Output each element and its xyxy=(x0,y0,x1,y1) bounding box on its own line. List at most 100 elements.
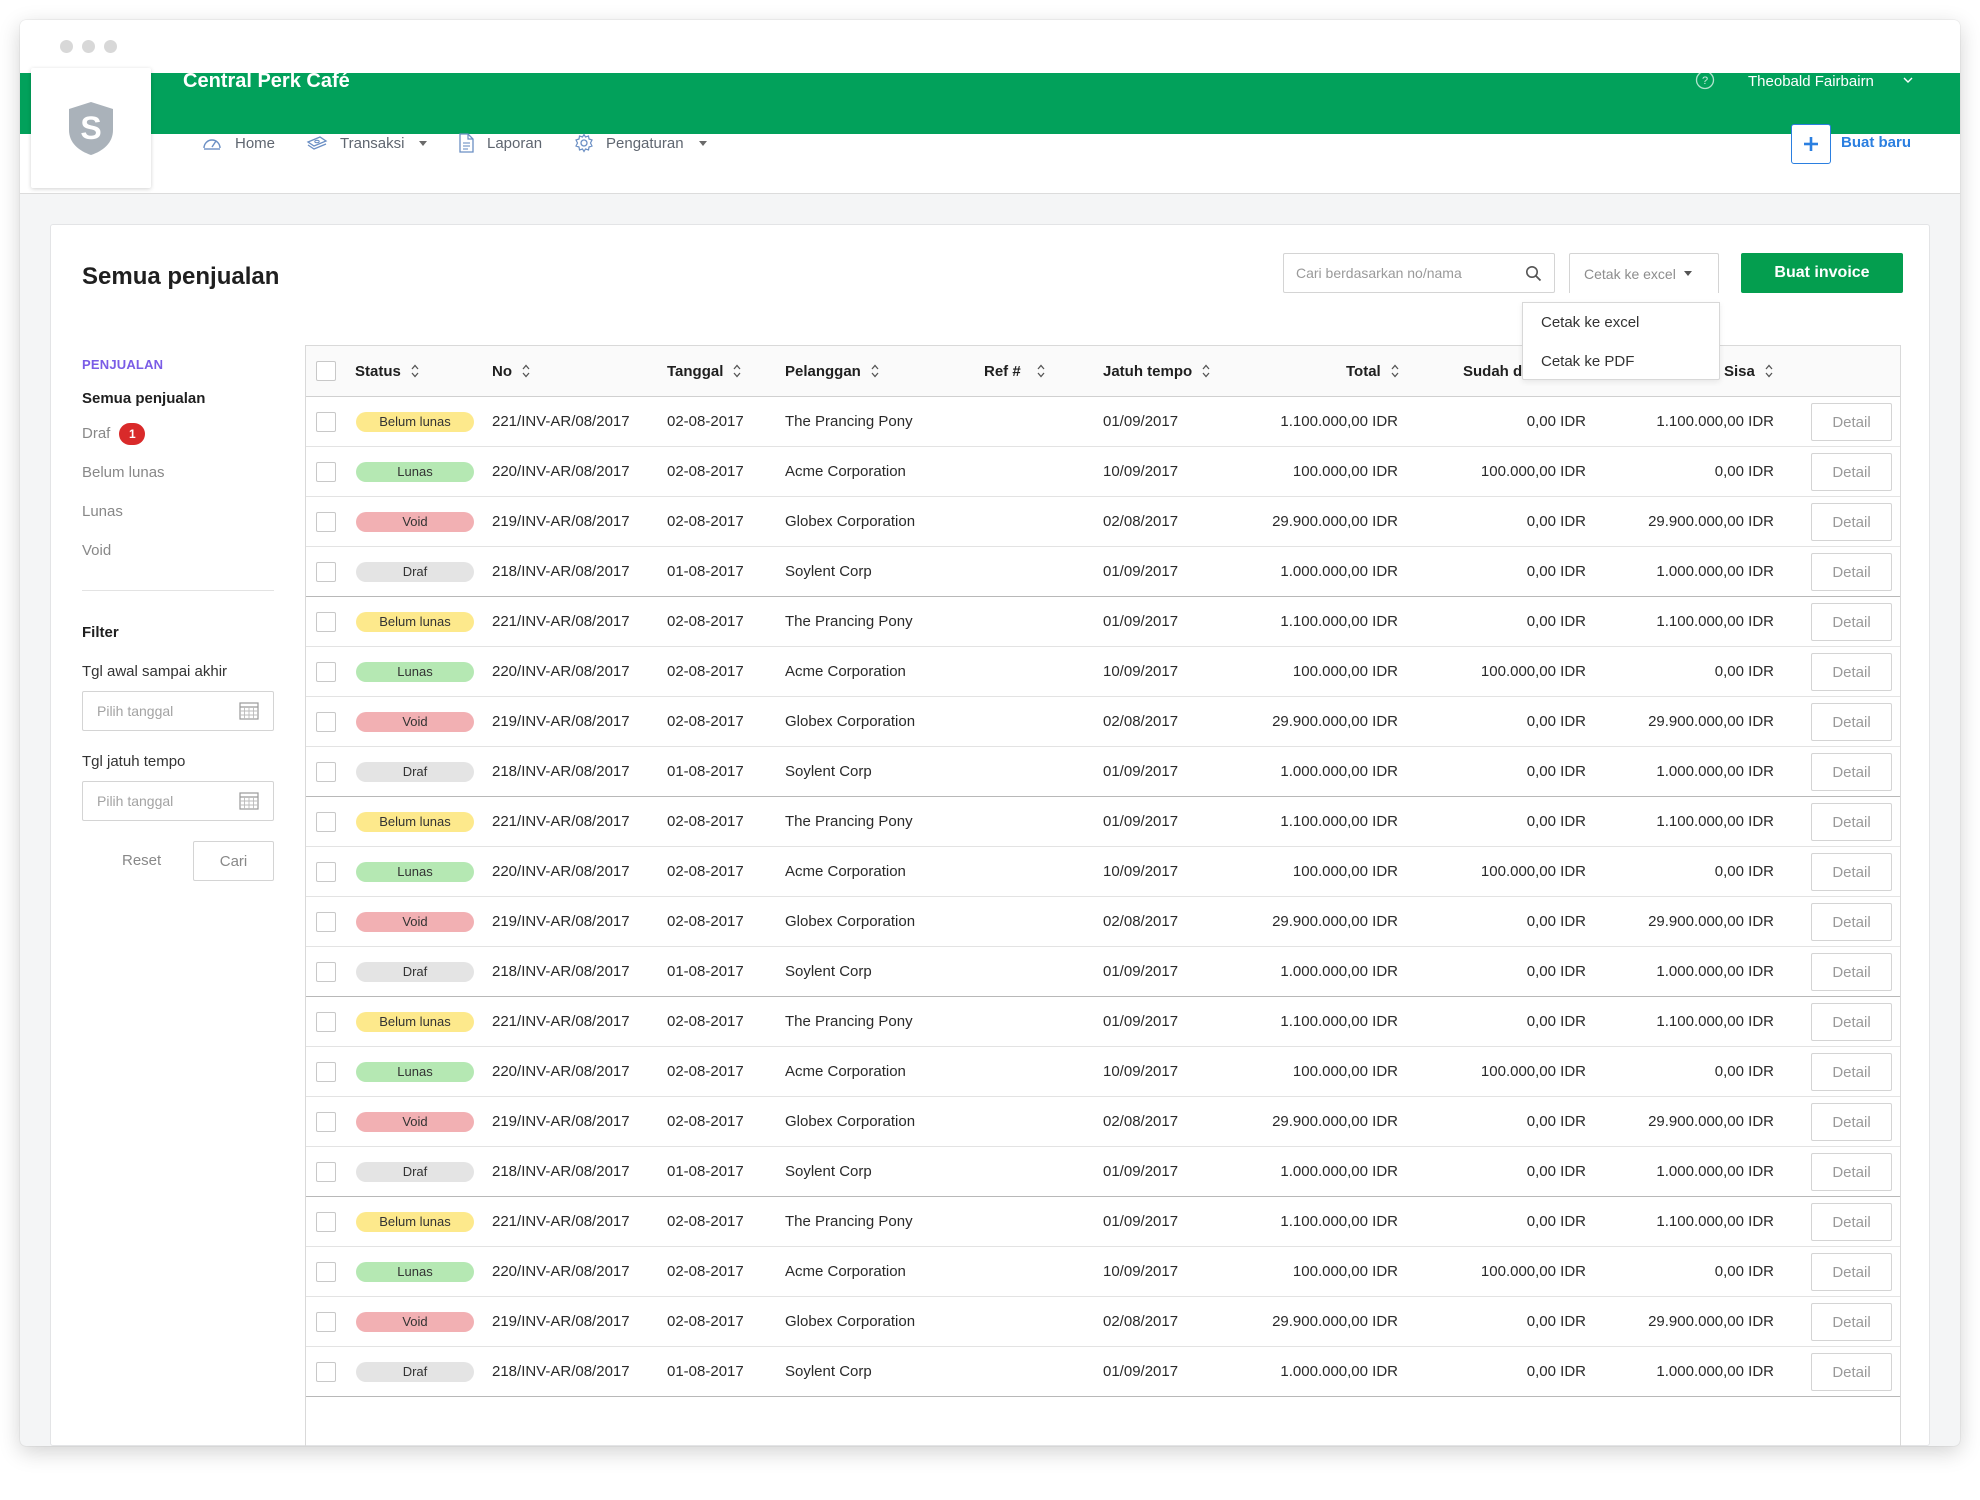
detail-button[interactable]: Detail xyxy=(1811,703,1892,741)
table-row[interactable]: Draf 218/INV-AR/08/2017 01-08-2017 Soylent … xyxy=(306,1347,1900,1397)
row-checkbox[interactable] xyxy=(316,562,336,582)
table-row[interactable]: Void 219/INV-AR/08/2017 02-08-2017 Globex C… xyxy=(306,1297,1900,1347)
row-checkbox[interactable] xyxy=(316,512,336,532)
nav-home[interactable]: Home xyxy=(201,133,275,153)
user-menu-name[interactable]: Theobald Fairbairn xyxy=(1748,73,1874,90)
chevron-down-icon[interactable] xyxy=(1902,74,1914,86)
row-checkbox[interactable] xyxy=(316,1012,336,1032)
due-date-input[interactable] xyxy=(83,782,233,820)
detail-button[interactable]: Detail xyxy=(1811,1103,1892,1141)
column-header-pelanggan[interactable]: Pelanggan xyxy=(785,346,879,396)
sidebar-item-void[interactable]: Void xyxy=(82,542,111,559)
sidebar-item-unpaid[interactable]: Belum lunas xyxy=(82,464,165,481)
row-checkbox[interactable] xyxy=(316,762,336,782)
filter-reset-link[interactable]: Reset xyxy=(122,852,161,869)
detail-button[interactable]: Detail xyxy=(1811,753,1892,791)
row-checkbox[interactable] xyxy=(316,412,336,432)
table-row[interactable]: Void 219/INV-AR/08/2017 02-08-2017 Globex C… xyxy=(306,1097,1900,1147)
row-checkbox[interactable] xyxy=(316,1162,336,1182)
create-new-link[interactable]: Buat baru xyxy=(1841,134,1911,151)
help-icon[interactable]: ? xyxy=(1695,70,1715,90)
create-invoice-button[interactable]: Buat invoice xyxy=(1741,253,1903,293)
column-header-ref[interactable]: Ref # xyxy=(984,346,1045,396)
window-dot-minimize[interactable] xyxy=(82,40,95,53)
row-checkbox[interactable] xyxy=(316,662,336,682)
detail-button[interactable]: Detail xyxy=(1811,853,1892,891)
search-icon[interactable] xyxy=(1525,265,1542,282)
search-input[interactable] xyxy=(1284,254,1512,292)
detail-button[interactable]: Detail xyxy=(1811,1253,1892,1291)
table-row[interactable]: Lunas 220/INV-AR/08/2017 02-08-2017 Acme Co… xyxy=(306,1247,1900,1297)
row-checkbox[interactable] xyxy=(316,812,336,832)
nav-transaksi[interactable]: Transaksi xyxy=(306,133,428,153)
column-header-sisa[interactable]: Sisa xyxy=(1724,346,1773,396)
detail-button[interactable]: Detail xyxy=(1811,953,1892,991)
table-row[interactable]: Belum lunas 221/INV-AR/08/2017 02-08-2017 T… xyxy=(306,797,1900,847)
column-header-status[interactable]: Status xyxy=(355,346,419,396)
row-checkbox[interactable] xyxy=(316,962,336,982)
row-checkbox[interactable] xyxy=(316,1062,336,1082)
detail-button[interactable]: Detail xyxy=(1811,1303,1892,1341)
select-all-checkbox[interactable] xyxy=(316,361,336,381)
table-row[interactable]: Belum lunas 221/INV-AR/08/2017 02-08-2017 T… xyxy=(306,1197,1900,1247)
table-row[interactable]: Lunas 220/INV-AR/08/2017 02-08-2017 Acme Co… xyxy=(306,1047,1900,1097)
detail-button[interactable]: Detail xyxy=(1811,1203,1892,1241)
row-checkbox[interactable] xyxy=(316,612,336,632)
column-header-no[interactable]: No xyxy=(492,346,530,396)
filter-search-button[interactable]: Cari xyxy=(193,841,274,881)
detail-button[interactable]: Detail xyxy=(1811,1153,1892,1191)
row-checkbox[interactable] xyxy=(316,862,336,882)
row-checkbox[interactable] xyxy=(316,1112,336,1132)
row-checkbox[interactable] xyxy=(316,912,336,932)
row-checkbox[interactable] xyxy=(316,712,336,732)
row-checkbox[interactable] xyxy=(316,462,336,482)
column-header-total[interactable]: Total xyxy=(1346,346,1399,396)
table-row[interactable]: Void 219/INV-AR/08/2017 02-08-2017 Globex C… xyxy=(306,497,1900,547)
sidebar-item-paid[interactable]: Lunas xyxy=(82,503,123,520)
column-header-sudah-dibayar[interactable]: Sudah d xyxy=(1463,346,1522,396)
detail-button[interactable]: Detail xyxy=(1811,1353,1892,1391)
detail-button[interactable]: Detail xyxy=(1811,453,1892,491)
date-range-input[interactable] xyxy=(83,692,233,730)
detail-button[interactable]: Detail xyxy=(1811,803,1892,841)
nav-laporan[interactable]: Laporan xyxy=(457,133,542,153)
table-row[interactable]: Draf 218/INV-AR/08/2017 01-08-2017 Soylent … xyxy=(306,1147,1900,1197)
create-new-button[interactable] xyxy=(1791,124,1831,164)
table-row[interactable]: Belum lunas 221/INV-AR/08/2017 02-08-2017 T… xyxy=(306,597,1900,647)
table-row[interactable]: Void 219/INV-AR/08/2017 02-08-2017 Globex C… xyxy=(306,897,1900,947)
table-row[interactable]: Draf 218/INV-AR/08/2017 01-08-2017 Soylent … xyxy=(306,547,1900,597)
window-dot-close[interactable] xyxy=(60,40,73,53)
export-option-excel[interactable]: Cetak ke excel xyxy=(1523,303,1719,342)
detail-button[interactable]: Detail xyxy=(1811,1003,1892,1041)
table-row[interactable]: Lunas 220/INV-AR/08/2017 02-08-2017 Acme Co… xyxy=(306,847,1900,897)
table-row[interactable]: Draf 218/INV-AR/08/2017 01-08-2017 Soylent … xyxy=(306,947,1900,997)
table-row[interactable]: Lunas 220/INV-AR/08/2017 02-08-2017 Acme Co… xyxy=(306,447,1900,497)
sidebar-item-all-sales[interactable]: Semua penjualan xyxy=(82,390,205,407)
window-dot-maximize[interactable] xyxy=(104,40,117,53)
row-checkbox[interactable] xyxy=(316,1362,336,1382)
row-checkbox[interactable] xyxy=(316,1212,336,1232)
row-checkbox[interactable] xyxy=(316,1262,336,1282)
table-row[interactable]: Belum lunas 221/INV-AR/08/2017 02-08-2017 T… xyxy=(306,997,1900,1047)
detail-button[interactable]: Detail xyxy=(1811,653,1892,691)
column-header-jatuh-tempo[interactable]: Jatuh tempo xyxy=(1103,346,1210,396)
calendar-icon[interactable] xyxy=(239,792,259,810)
table-row[interactable]: Void 219/INV-AR/08/2017 02-08-2017 Globex C… xyxy=(306,697,1900,747)
detail-button[interactable]: Detail xyxy=(1811,403,1892,441)
sidebar-item-draft[interactable]: Draf 1 xyxy=(82,423,146,445)
detail-button[interactable]: Detail xyxy=(1811,553,1892,591)
app-logo[interactable]: S xyxy=(31,68,151,188)
nav-pengaturan[interactable]: Pengaturan xyxy=(574,133,707,153)
row-checkbox[interactable] xyxy=(316,1312,336,1332)
export-dropdown-button[interactable]: Cetak ke excel xyxy=(1569,253,1719,293)
calendar-icon[interactable] xyxy=(239,702,259,720)
detail-button[interactable]: Detail xyxy=(1811,903,1892,941)
detail-button[interactable]: Detail xyxy=(1811,603,1892,641)
detail-button[interactable]: Detail xyxy=(1811,503,1892,541)
column-header-tanggal[interactable]: Tanggal xyxy=(667,346,741,396)
export-option-pdf[interactable]: Cetak ke PDF xyxy=(1523,342,1719,381)
table-row[interactable]: Draf 218/INV-AR/08/2017 01-08-2017 Soylent … xyxy=(306,747,1900,797)
table-row[interactable]: Belum lunas 221/INV-AR/08/2017 02-08-2017 T… xyxy=(306,397,1900,447)
detail-button[interactable]: Detail xyxy=(1811,1053,1892,1091)
table-row[interactable]: Lunas 220/INV-AR/08/2017 02-08-2017 Acme Co… xyxy=(306,647,1900,697)
